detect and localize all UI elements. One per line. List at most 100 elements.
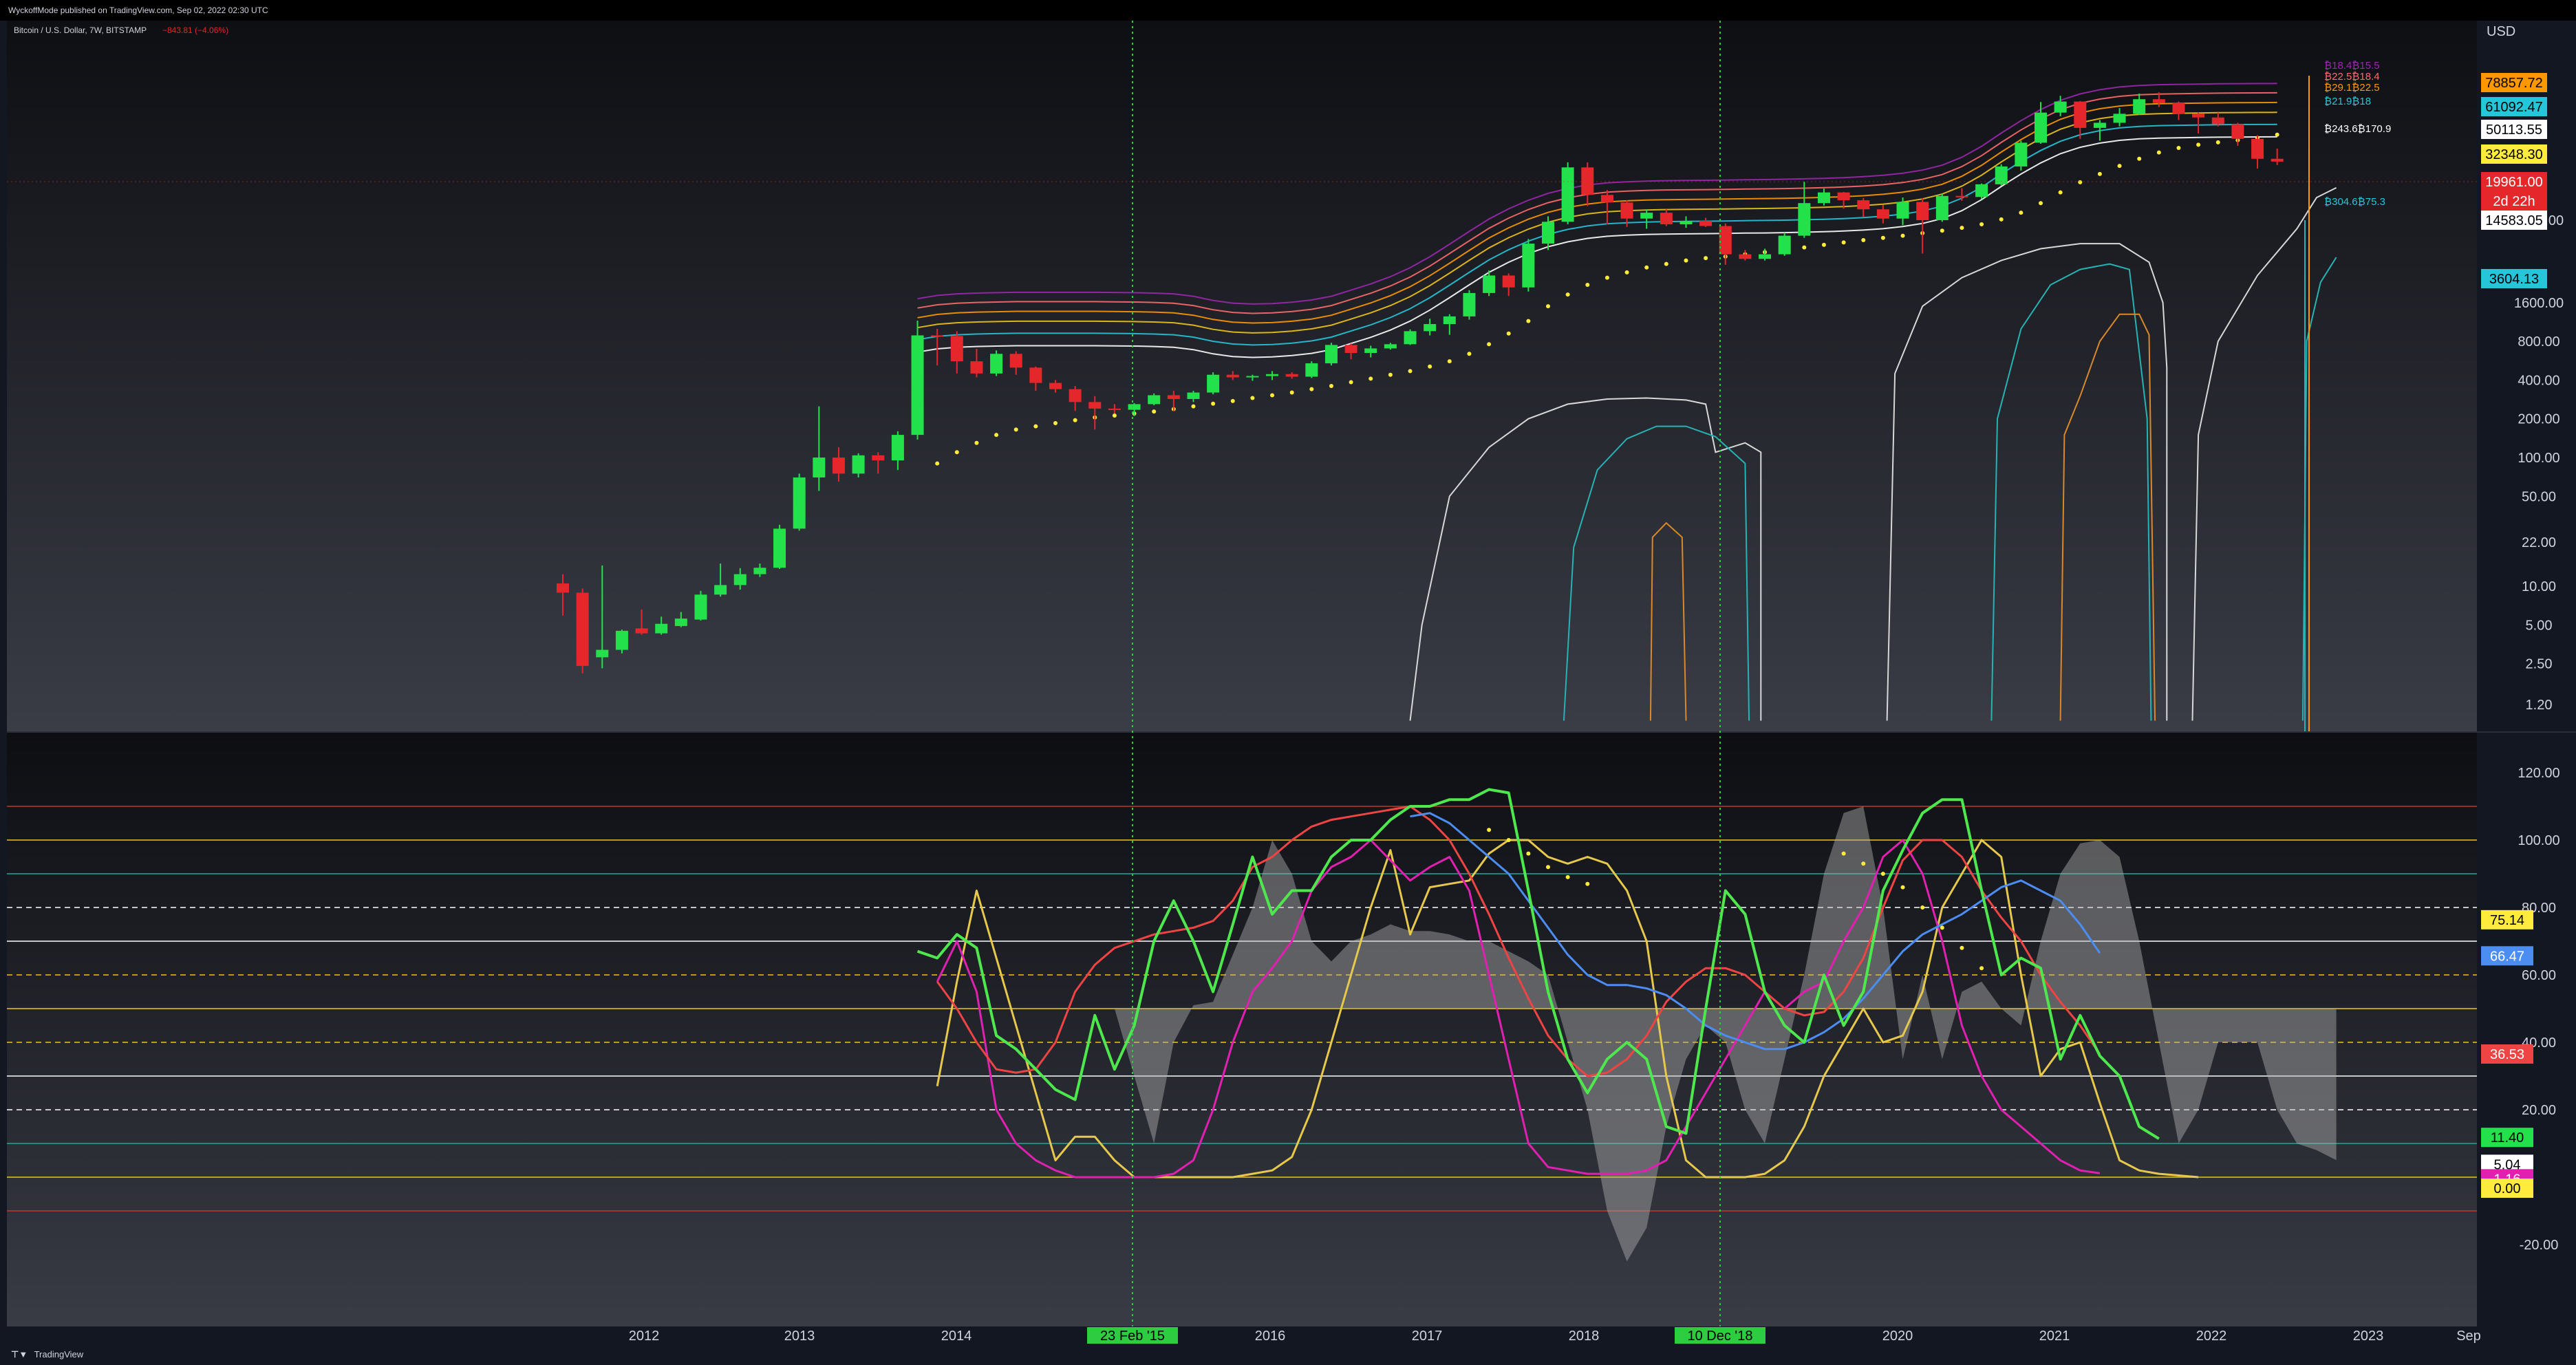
price-tick-label-1: 1600.00 bbox=[2514, 296, 2564, 311]
candle-body bbox=[1167, 395, 1180, 399]
osc-tick-label-3: 60.00 bbox=[2522, 968, 2556, 983]
trend-dot-18 bbox=[1289, 390, 1294, 395]
candle-body bbox=[2113, 114, 2126, 123]
trend-dot-17 bbox=[1270, 393, 1275, 398]
symbol-change: −843.81 (−4.06%) bbox=[162, 25, 228, 35]
oscillator-peak-dot-1 bbox=[1506, 838, 1511, 842]
oscillator-peak-dot-3 bbox=[1546, 865, 1550, 870]
osc-value-label-text-6: 0.00 bbox=[2494, 1181, 2521, 1196]
time-marker-label-0: 23 Feb '15 bbox=[1100, 1329, 1165, 1344]
time-tick-label-4: 2017 bbox=[1412, 1329, 1443, 1344]
oscillator-dot-7 bbox=[1979, 966, 1984, 971]
candle-body bbox=[891, 435, 904, 461]
time-tick-label-0: 2012 bbox=[629, 1329, 660, 1344]
trend-dot-7 bbox=[1073, 418, 1077, 422]
trend-dot-15 bbox=[1230, 398, 1235, 403]
candle-body bbox=[655, 623, 668, 634]
trend-dot-63 bbox=[2176, 146, 2181, 151]
candle-body bbox=[832, 458, 845, 474]
candle-body bbox=[2211, 117, 2224, 125]
trend-dot-55 bbox=[2019, 211, 2024, 215]
candle-body bbox=[950, 336, 963, 362]
osc-tick-label-1: 100.00 bbox=[2518, 833, 2559, 848]
candle bbox=[1778, 233, 1791, 256]
candle-body bbox=[2172, 103, 2185, 114]
time-tick-label-5: 2018 bbox=[1569, 1329, 1600, 1344]
trend-dot-4 bbox=[1013, 427, 1018, 432]
candle bbox=[1935, 193, 1949, 222]
trend-dot-65 bbox=[2215, 140, 2220, 144]
oscillator-dot-0 bbox=[1841, 851, 1846, 856]
band-annotation-2: ₿29.1₿22.5 bbox=[2324, 82, 2380, 94]
time-tick-label-7: 2021 bbox=[2039, 1329, 2070, 1344]
candle bbox=[990, 350, 1003, 376]
trend-dot-28 bbox=[1487, 342, 1492, 347]
candle-body bbox=[1876, 209, 1889, 219]
candle bbox=[1975, 183, 1988, 200]
trend-dot-22 bbox=[1368, 376, 1373, 381]
candle-body bbox=[1226, 374, 1239, 378]
candle-body bbox=[1660, 213, 1673, 225]
candle-body bbox=[1739, 254, 1752, 259]
oscillator-dot-3 bbox=[1900, 885, 1905, 890]
candle-body bbox=[714, 585, 727, 595]
candle-body bbox=[1542, 222, 1554, 244]
time-tick-label-2: 2014 bbox=[941, 1329, 972, 1344]
time-tick-label-6: 2020 bbox=[1882, 1329, 1913, 1344]
oscillator-dot-4 bbox=[1920, 905, 1925, 910]
footer-brand: TradingView bbox=[34, 1349, 84, 1359]
price-tick-label-3: 400.00 bbox=[2518, 373, 2559, 388]
candle-body bbox=[1404, 331, 1417, 345]
time-axis-bg bbox=[7, 1326, 2576, 1344]
candle bbox=[2015, 140, 2028, 171]
candle-body bbox=[1108, 408, 1121, 410]
candle-body bbox=[1620, 202, 1633, 219]
trend-dot-39 bbox=[1704, 256, 1708, 261]
candle-body bbox=[2192, 114, 2205, 118]
time-tick-label-1: 2013 bbox=[784, 1329, 815, 1344]
band-annotation-0: ₿18.4₿15.5 bbox=[2324, 60, 2380, 72]
candle-body bbox=[1798, 203, 1811, 236]
time-tick-label-8: 2022 bbox=[2196, 1329, 2227, 1344]
candle-body bbox=[1896, 202, 1909, 219]
candle-body bbox=[1837, 192, 1850, 201]
candle bbox=[1404, 329, 1417, 345]
chart-canvas[interactable]: Bitcoin / U.S. Dollar, 7W, BITSTAMP −843… bbox=[0, 21, 2576, 1344]
trend-dot-64 bbox=[2196, 142, 2201, 147]
trend-dot-47 bbox=[1861, 237, 1866, 242]
trend-dot-36 bbox=[1644, 265, 1649, 270]
trend-dot-2 bbox=[974, 440, 979, 445]
price-label-text-4: 19961.00 bbox=[2485, 175, 2542, 190]
oscillator-peak-dot-0 bbox=[1487, 828, 1492, 832]
price-tick-label-9: 5.00 bbox=[2526, 618, 2553, 633]
trend-dot-20 bbox=[1329, 383, 1333, 388]
price-tick-label-5: 100.00 bbox=[2518, 451, 2559, 466]
price-tick-label-11: 1.20 bbox=[2526, 698, 2553, 713]
trend-dot-1 bbox=[954, 450, 959, 455]
candle bbox=[773, 524, 786, 570]
candle-body bbox=[1483, 275, 1496, 293]
trend-dot-27 bbox=[1467, 352, 1472, 356]
candle-body bbox=[1502, 275, 1515, 288]
trend-dot-35 bbox=[1624, 270, 1629, 275]
trend-dot-38 bbox=[1684, 258, 1688, 263]
candle-body bbox=[773, 528, 786, 568]
candle-body bbox=[576, 592, 589, 666]
trend-dot-62 bbox=[2156, 150, 2161, 155]
candle-body bbox=[990, 354, 1003, 374]
band-annotation-1: ₿22.5₿18.4 bbox=[2324, 71, 2380, 83]
candle-body bbox=[635, 628, 648, 634]
price-tick-label-10: 2.50 bbox=[2526, 657, 2553, 672]
candle-body bbox=[1424, 324, 1437, 332]
price-axis-title: USD bbox=[2487, 24, 2515, 39]
candle-body bbox=[1719, 226, 1732, 255]
osc-value-label-text-0: 75.14 bbox=[2490, 913, 2524, 928]
candle-body bbox=[1246, 376, 1259, 378]
candle-body bbox=[2093, 122, 2106, 128]
candle-body bbox=[793, 477, 806, 529]
candle-body bbox=[1285, 374, 1298, 377]
trend-dot-11 bbox=[1152, 409, 1157, 414]
candle-body bbox=[1759, 254, 1772, 259]
trend-dot-6 bbox=[1053, 421, 1058, 426]
trend-dot-16 bbox=[1250, 396, 1255, 400]
